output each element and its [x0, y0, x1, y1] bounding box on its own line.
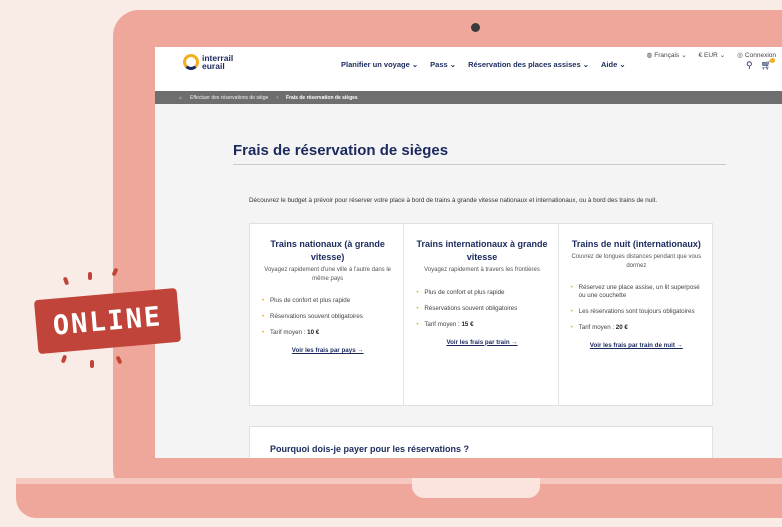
- price-label: Tarif moyen :: [270, 329, 308, 336]
- card-night-trains: Trains de nuit (internationaux) Couvrez …: [559, 224, 712, 405]
- card-bullets: Plus de confort et plus rapide Réservati…: [416, 289, 547, 329]
- cart-icon[interactable]: 🛒︎: [761, 58, 776, 71]
- breadcrumb-parent[interactable]: Effectuer des réservations de siège: [190, 95, 268, 101]
- link-fees-by-night-train[interactable]: Voir les frais par train de nuit →: [571, 342, 702, 349]
- card-price: Tarif moyen : 15 €: [416, 321, 547, 329]
- user-icon: ◎: [737, 52, 743, 59]
- breadcrumb-separator: ›: [276, 94, 278, 101]
- webcam: [471, 23, 480, 32]
- sparkle-mark: [88, 272, 92, 280]
- card-bullet: Plus de confort et plus rapide: [416, 289, 547, 297]
- card-price: Tarif moyen : 20 €: [571, 324, 702, 332]
- header-actions: ⚲ 🛒︎: [746, 58, 776, 71]
- nav-label: Pass: [430, 60, 448, 69]
- price-value: 20 €: [615, 324, 628, 331]
- primary-nav: Planifier un voyage ⌄ Pass ⌄ Réservation…: [341, 60, 626, 69]
- intro-text: Découvrez le budget à prévoir pour réser…: [249, 197, 658, 204]
- globe-icon: ◍: [646, 52, 653, 59]
- language-selector[interactable]: ◍ Français ⌄: [646, 51, 687, 60]
- nav-label: Réservation des places assises: [468, 60, 581, 69]
- card-bullet: Les réservations sont toujours obligatoi…: [571, 308, 702, 316]
- logo-mark-icon: [183, 54, 199, 70]
- nav-label: Aide: [601, 60, 618, 69]
- brand-logo[interactable]: interrail eurail: [183, 54, 233, 70]
- currency-label: € EUR: [698, 51, 718, 59]
- card-title: Trains nationaux (à grande vitesse): [270, 239, 385, 262]
- link-fees-by-train[interactable]: Voir les frais par train →: [416, 339, 547, 346]
- card-title: Trains internationaux à grande vitesse: [416, 239, 548, 262]
- nav-help[interactable]: Aide ⌄: [601, 60, 626, 69]
- nav-pass[interactable]: Pass ⌄: [430, 60, 456, 69]
- chevron-down-icon: ⌄: [681, 52, 687, 59]
- card-bullet: Réservations souvent obligatoires: [416, 305, 547, 313]
- breadcrumb-current: Frais de réservation de sièges: [286, 94, 358, 101]
- language-label: Français: [654, 51, 680, 59]
- fare-cards: Trains nationaux (à grande vitesse) Voya…: [249, 223, 713, 406]
- main-header: interrail eurail Planifier un voyage ⌄ P…: [155, 54, 782, 91]
- price-value: 15 €: [461, 320, 474, 328]
- faq-title: Pourquoi dois-je payer pour les réservat…: [270, 444, 470, 454]
- sticker-text: ONLINE: [51, 300, 164, 342]
- laptop-notch: [412, 478, 540, 498]
- title-divider: [233, 164, 726, 165]
- price-label: Tarif moyen :: [424, 320, 462, 328]
- card-national-trains: Trains nationaux (à grande vitesse) Voya…: [250, 224, 405, 405]
- card-title: Trains de nuit (internationaux): [571, 239, 701, 249]
- breadcrumb: ⌂ Effectuer des réservations de siège › …: [155, 91, 782, 104]
- card-bullet: Réservations souvent obligatoires: [262, 313, 393, 321]
- card-international-trains: Trains internationaux à grande vitesse V…: [404, 224, 559, 405]
- laptop-base: [16, 478, 782, 518]
- search-icon[interactable]: ⚲: [746, 60, 753, 71]
- price-label: Tarif moyen :: [578, 324, 616, 331]
- faq-box: Pourquoi dois-je payer pour les réservat…: [249, 426, 713, 458]
- laptop-base-edge: [16, 478, 782, 484]
- logo-line-2: eurail: [202, 61, 225, 71]
- sparkle-mark: [62, 276, 70, 286]
- nav-plan-trip[interactable]: Planifier un voyage ⌄: [341, 60, 418, 69]
- price-value: 10 €: [307, 329, 320, 336]
- card-subtitle: Voyagez rapidement d'une ville à l'autre…: [264, 267, 392, 282]
- browser-screen: ◍ Français ⌄ € EUR ⌄ ◎ Connexion interra…: [155, 47, 782, 458]
- home-icon[interactable]: ⌂: [179, 95, 182, 101]
- logo-text: interrail eurail: [202, 54, 233, 71]
- sparkle-mark: [60, 354, 68, 364]
- card-bullets: Réservez une place assise, un lit superp…: [571, 284, 702, 332]
- link-fees-by-country[interactable]: Voir les frais par pays →: [262, 347, 393, 354]
- card-subtitle: Voyagez rapidement à travers les frontiè…: [424, 267, 540, 273]
- sparkle-mark: [90, 360, 94, 368]
- card-bullet: Plus de confort et plus rapide: [262, 297, 393, 305]
- nav-seat-reservation[interactable]: Réservation des places assises ⌄: [468, 60, 589, 69]
- card-price: Tarif moyen : 10 €: [262, 329, 393, 337]
- nav-label: Planifier un voyage: [341, 60, 410, 69]
- card-bullets: Plus de confort et plus rapide Réservati…: [262, 297, 393, 337]
- currency-selector[interactable]: € EUR ⌄: [698, 51, 726, 60]
- chevron-down-icon: ⌄: [719, 52, 726, 59]
- page-title: Frais de réservation de sièges: [233, 142, 449, 159]
- card-bullet: Réservez une place assise, un lit superp…: [571, 284, 702, 300]
- page-body: Frais de réservation de sièges Découvrez…: [155, 104, 782, 458]
- card-subtitle: Couvrez de longues distances pendant que…: [571, 254, 702, 269]
